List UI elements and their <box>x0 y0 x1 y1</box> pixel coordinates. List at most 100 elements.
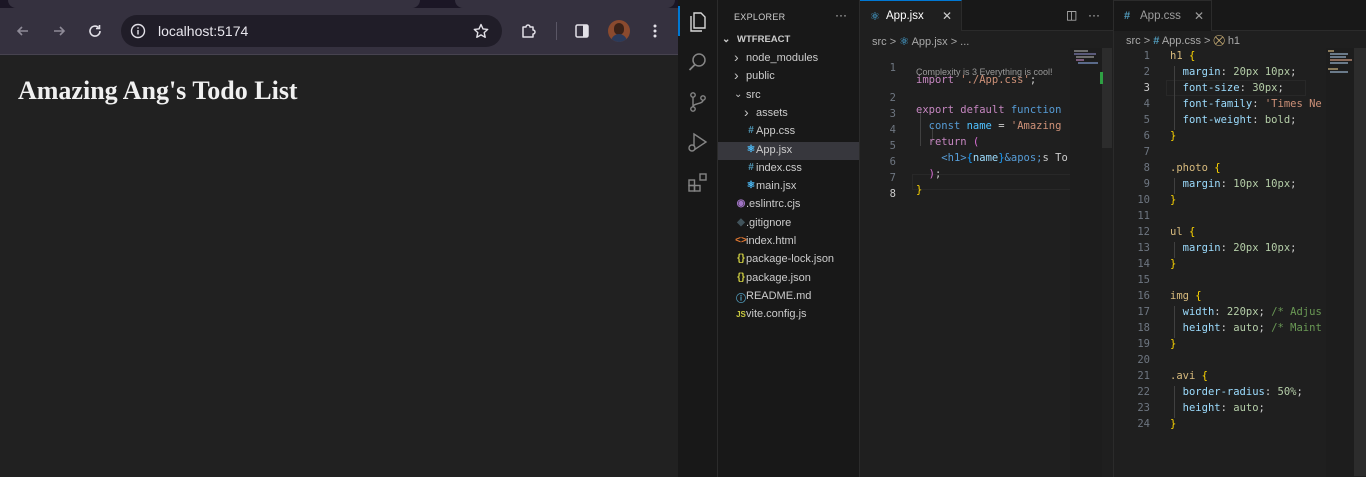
address-bar[interactable]: localhost:5174 <box>121 15 502 47</box>
arrow-right-icon <box>54 26 66 36</box>
react-icon: ⚛ <box>899 36 910 48</box>
minimap-line <box>1074 53 1096 55</box>
search-icon[interactable] <box>686 50 710 74</box>
browser-tab[interactable] <box>8 0 420 8</box>
side-panel-button[interactable] <box>571 20 593 42</box>
editor-app-css[interactable]: # App.css ✕ src > # App.css > ⛒ h1 1 h1 {… <box>1114 0 1366 477</box>
browser-menu-button[interactable] <box>644 20 666 42</box>
breadcrumb-file[interactable]: App.jsx <box>912 36 948 48</box>
tree-item-label: node_modules <box>746 52 819 64</box>
tree-item-label: public <box>746 70 775 83</box>
line-number: 18 <box>1137 322 1150 334</box>
reload-button[interactable] <box>82 18 108 44</box>
minimap-line <box>1078 62 1098 64</box>
explorer-title: EXPLORER <box>734 12 786 22</box>
breadcrumb-src[interactable]: src <box>872 36 887 48</box>
active-indicator <box>678 6 680 36</box>
tree-item-readme-md[interactable]: ⓘ README.md <box>718 288 859 306</box>
browser-tab-area <box>455 0 675 8</box>
vscode-window: EXPLORER ··· ⌄ WTFREACT › node_modules › pu… <box>678 0 1366 477</box>
vertical-scrollbar[interactable] <box>1354 48 1366 476</box>
split-editor-icon[interactable]: ◫ <box>1066 8 1077 22</box>
tree-item-label: index.css <box>756 161 802 174</box>
tree-item-index-css[interactable]: # index.css <box>718 160 859 178</box>
profile-avatar[interactable] <box>608 20 630 42</box>
tree-item-label: main.jsx <box>756 180 797 193</box>
tree-item-vite-config-js[interactable]: JS vite.config.js <box>718 306 859 324</box>
source-control-icon[interactable] <box>686 90 710 114</box>
tree-item-index-html[interactable]: <> index.html <box>718 233 859 251</box>
project-folder-header[interactable]: ⌄ WTFREACT <box>722 34 790 50</box>
breadcrumb-src[interactable]: src <box>1126 35 1141 47</box>
site-info-icon[interactable] <box>129 22 147 40</box>
explorer-files-icon[interactable] <box>686 10 710 34</box>
tree-item-assets[interactable]: › assets <box>718 104 859 123</box>
extensions-icon[interactable] <box>686 170 710 194</box>
url-text[interactable]: localhost:5174 <box>158 23 248 39</box>
react-icon: ⚛ <box>870 11 880 23</box>
back-button[interactable] <box>10 18 36 44</box>
tree-item-package-json[interactable]: {} package.json <box>718 270 859 288</box>
line-number: 3 <box>1143 82 1150 94</box>
editor-more-button[interactable]: ··· <box>1088 8 1100 22</box>
minimap-line <box>1076 59 1084 61</box>
line-number: 9 <box>1143 178 1150 190</box>
close-icon[interactable]: ✕ <box>942 9 952 23</box>
breadcrumb-rest[interactable]: > ... <box>951 36 970 48</box>
tree-item-label: .eslintrc.cjs <box>746 198 801 211</box>
tree-item-src[interactable]: ⌄ src <box>718 87 859 105</box>
editor-tab-bar: # App.css ✕ <box>1114 0 1366 31</box>
minimap-line <box>1328 50 1334 52</box>
tree-item-label: vite.config.js <box>746 308 807 321</box>
extensions-button[interactable] <box>518 20 540 42</box>
editor-tab-bar: ⚛ App.jsx ✕ ◫ ··· <box>860 0 1113 31</box>
tree-item-node-modules[interactable]: › node_modules <box>718 49 859 68</box>
breadcrumb-file[interactable]: App.css <box>1162 35 1201 47</box>
line-number: 14 <box>1137 258 1150 270</box>
close-icon[interactable]: ✕ <box>1194 9 1204 23</box>
tree-item-package-lock-json[interactable]: {} package-lock.json <box>718 251 859 269</box>
tree-item-label: assets <box>756 106 788 119</box>
breadcrumb-symbol[interactable]: h1 <box>1228 35 1240 47</box>
line-number: 15 <box>1137 274 1150 286</box>
tab-label: App.css <box>1140 10 1181 22</box>
bookmark-star-icon[interactable] <box>472 22 490 40</box>
breadcrumb-sep: > <box>889 36 897 48</box>
css-hash-icon: # <box>1124 10 1131 22</box>
explorer-more-button[interactable]: ··· <box>835 8 847 22</box>
css-hash-icon: # <box>1153 35 1160 47</box>
line-number: 4 <box>1143 98 1150 110</box>
line-number: 11 <box>1137 210 1150 222</box>
tree-item-label: package.json <box>746 271 811 284</box>
browser-window: localhost:5174 Amazing Ang's Todo List <box>0 0 678 477</box>
tree-item-public[interactable]: › public <box>718 67 859 86</box>
run-debug-icon[interactable] <box>686 130 710 154</box>
minimap[interactable] <box>1326 48 1354 477</box>
line-number: 8 <box>889 188 896 200</box>
tree-item-eslintrc-cjs[interactable]: ◉ .eslintrc.cjs <box>718 196 859 214</box>
page-heading: Amazing Ang's Todo List <box>18 76 298 105</box>
chevron-down-icon: ⌄ <box>734 88 743 100</box>
tree-item-label: App.jsx <box>756 143 793 156</box>
tree-item-gitignore[interactable]: ◆ .gitignore <box>718 215 859 233</box>
line-number: 21 <box>1137 370 1150 382</box>
tab-app-css[interactable]: # App.css ✕ <box>1114 0 1212 31</box>
tree-item-app-css[interactable]: # App.css <box>718 123 859 141</box>
line-number: 1 <box>889 62 896 74</box>
tree-item-app-jsx[interactable]: ⚛ App.jsx <box>718 141 859 160</box>
line-number: 23 <box>1137 402 1150 414</box>
tab-app-jsx[interactable]: ⚛ App.jsx ✕ <box>860 0 962 31</box>
tree-item-label: package-lock.json <box>746 253 835 266</box>
minimap-line <box>1330 53 1348 55</box>
forward-button[interactable] <box>46 18 72 44</box>
reload-icon <box>89 25 101 37</box>
codelens-complexity[interactable]: Complexity is 3 Everything is cool! <box>916 67 1053 77</box>
vertical-scrollbar[interactable] <box>1102 48 1112 148</box>
line-number: 24 <box>1137 418 1150 430</box>
minimap-line <box>1328 68 1338 70</box>
tree-item-main-jsx[interactable]: ⚛ main.jsx <box>718 178 859 196</box>
editor-app-jsx[interactable]: ⚛ App.jsx ✕ ◫ ··· src > ⚛ App.jsx > ... … <box>860 0 1114 477</box>
minimap[interactable] <box>1070 48 1102 477</box>
tree-item-label: index.html <box>746 235 797 247</box>
line-number: 7 <box>1143 146 1150 158</box>
